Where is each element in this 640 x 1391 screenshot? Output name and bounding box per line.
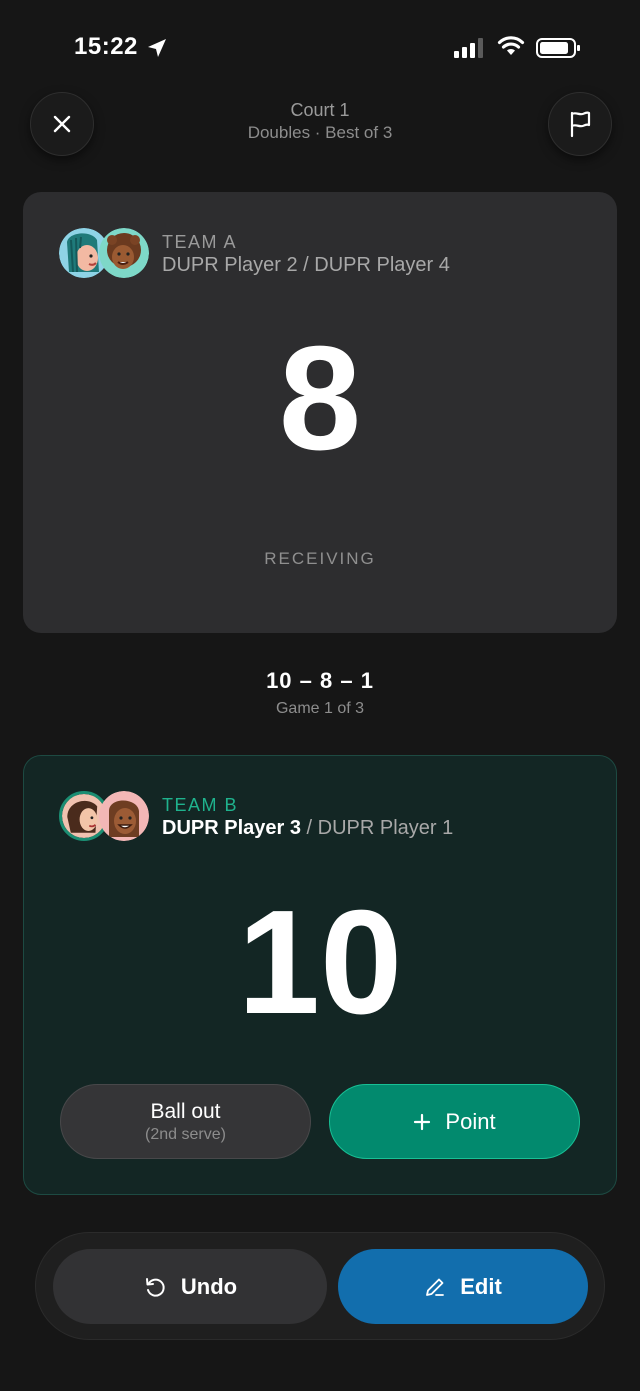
team-a-card[interactable]: TEAM A DUPR Player 2 / DUPR Player 4 8 R…	[23, 192, 617, 633]
match-format: Doubles · Best of 3	[247, 123, 393, 142]
player-separator: /	[300, 817, 318, 839]
wifi-icon	[497, 36, 525, 55]
avatar	[99, 791, 149, 841]
player-name: DUPR Player 4	[314, 254, 450, 276]
court-title: Court 1	[290, 100, 350, 120]
status-time: 15:22	[74, 33, 138, 60]
ball-out-sublabel: (2nd serve)	[145, 1125, 226, 1143]
bottom-action-bar: Undo Edit	[35, 1232, 605, 1340]
player-name: DUPR Player 2	[162, 254, 298, 276]
edit-label: Edit	[460, 1273, 502, 1299]
status-bar: 15:22	[0, 0, 640, 96]
team-a-label: TEAM A	[162, 232, 238, 252]
location-arrow-icon	[148, 39, 166, 57]
game-indicator: Game 1 of 3	[275, 700, 365, 717]
undo-button[interactable]: Undo	[53, 1249, 327, 1324]
close-button[interactable]	[30, 92, 94, 156]
undo-label: Undo	[180, 1273, 238, 1299]
signal-icon	[454, 38, 483, 58]
battery-icon	[536, 38, 580, 58]
avatar	[99, 228, 149, 278]
team-b-card[interactable]: TEAM B DUPR Player 3 / DUPR Player 1 10 …	[23, 755, 617, 1195]
team-a-role: RECEIVING	[264, 549, 376, 568]
team-a-score: 8	[278, 316, 362, 481]
point-label: Point	[445, 1108, 496, 1134]
close-icon	[53, 115, 71, 133]
add-point-button[interactable]: Point	[329, 1084, 580, 1159]
serving-player-name: DUPR Player 3	[162, 817, 301, 839]
team-a-avatars	[59, 228, 151, 282]
score-call: 10 – 8 – 1	[266, 668, 374, 693]
team-b-players: DUPR Player 3 / DUPR Player 1	[162, 817, 453, 840]
pencil-icon	[426, 1278, 445, 1296]
team-a-players: DUPR Player 2 / DUPR Player 4	[162, 254, 450, 277]
report-flag-button[interactable]	[548, 92, 612, 156]
ball-out-button[interactable]: Ball out (2nd serve)	[60, 1084, 311, 1159]
player-name: DUPR Player 1	[317, 817, 454, 839]
team-b-score: 10	[237, 880, 403, 1045]
flag-icon	[570, 111, 591, 138]
team-b-avatars	[59, 791, 151, 845]
undo-icon	[145, 1277, 165, 1297]
edit-button[interactable]: Edit	[338, 1249, 588, 1324]
plus-icon	[414, 1113, 431, 1130]
team-b-label: TEAM B	[162, 795, 239, 815]
ball-out-label: Ball out	[150, 1099, 221, 1123]
player-separator: /	[297, 254, 315, 276]
